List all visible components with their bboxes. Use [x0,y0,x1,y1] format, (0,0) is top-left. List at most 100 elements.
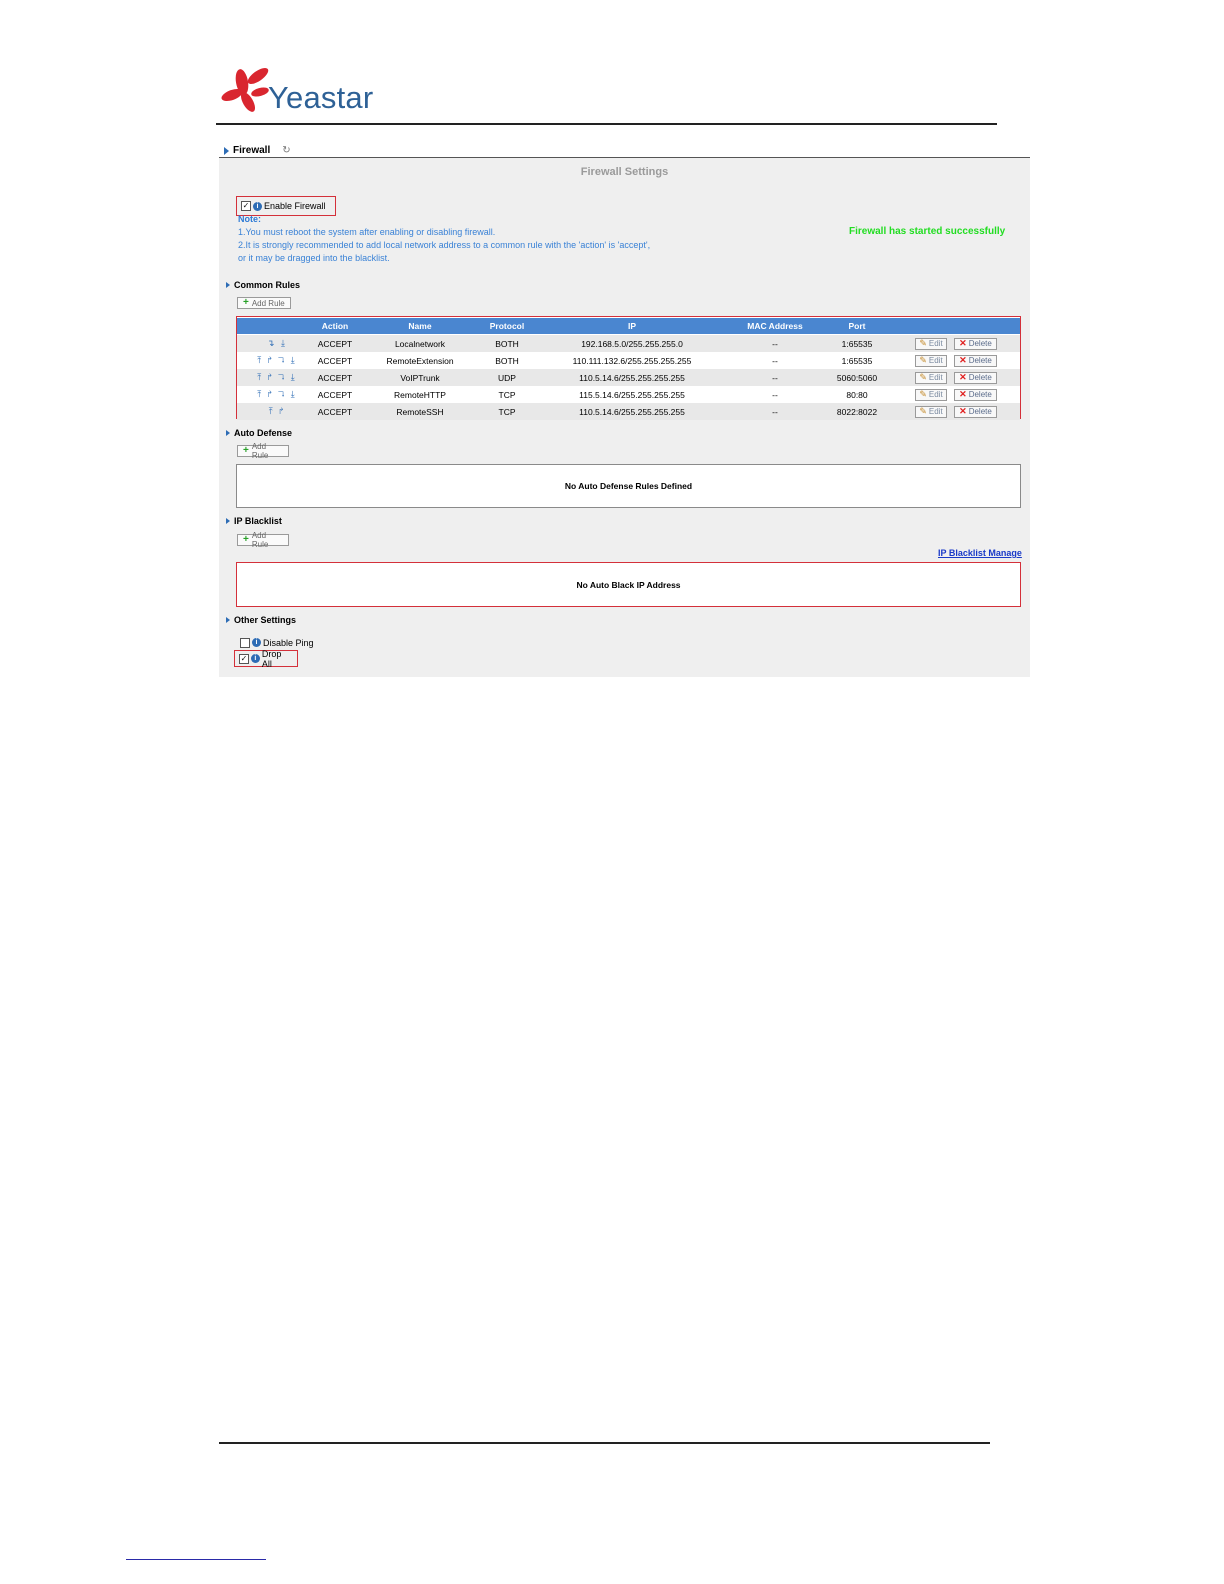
rule-port: 8022:8022 [836,406,878,417]
rule-name: RemoteExtension [386,355,454,366]
column-header[interactable]: Protocol [477,321,537,331]
rule-name: Localnetwork [394,338,446,349]
drop-all-option[interactable]: ✓ i Drop All [234,648,298,669]
rule-port: 1:65535 [841,338,873,349]
triangle-right-icon [226,518,230,524]
info-icon[interactable]: i [252,638,261,647]
rule-mac: -- [772,406,778,417]
pencil-icon: ✎ [919,355,927,365]
table-row: ⤒ ↱ ↴ ⤓ ACCEPT RemoteHTTP TCP 115.5.14.6… [237,386,1020,403]
plus-icon: + [243,534,249,545]
disable-ping-label: Disable Ping [263,637,314,648]
auto-defense-empty-state: No Auto Defense Rules Defined [236,464,1021,508]
triangle-right-icon [224,146,229,155]
table-row: ⤒ ↱ ACCEPT RemoteSSH TCP 110.5.14.6/255.… [237,403,1020,420]
delete-button[interactable]: ✕ Delete [954,405,997,418]
pencil-icon: ✎ [919,406,927,416]
ip-blacklist-heading[interactable]: IP Blacklist [226,516,282,526]
rule-port: 80:80 [846,389,868,400]
add-rule-label: Add Rule [251,298,285,308]
auto-defense-heading[interactable]: Auto Defense [226,428,292,438]
table-row: ⤒ ↱ ↴ ⤓ ACCEPT RemoteExtension BOTH 110.… [237,352,1020,369]
brand-name: Yeastar [268,80,374,115]
refresh-icon[interactable]: ↻ [282,145,290,156]
delete-x-icon: ✕ [959,372,967,382]
rule-protocol: BOTH [495,338,519,349]
rule-action: ACCEPT [317,355,353,366]
edit-button[interactable]: ✎ Edit [915,371,947,384]
footer-divider [219,1442,990,1444]
note-title: Note: [238,214,261,224]
rule-action: ACCEPT [317,338,353,349]
other-settings-title: Other Settings [234,615,297,625]
rule-mac: -- [772,338,778,349]
rule-ip: 192.168.5.0/255.255.255.0 [581,338,683,349]
breadcrumb: Firewall ↻ [224,145,291,156]
edit-button[interactable]: ✎ Edit [915,337,947,350]
enable-firewall-option[interactable]: ✓ i Enable Firewall [236,196,336,216]
enable-firewall-label: Enable Firewall [264,201,326,211]
edit-button[interactable]: ✎ Edit [915,388,947,401]
rule-mac: -- [772,355,778,366]
auto-defense-add-rule-button[interactable]: + Add Rule [237,442,289,460]
pencil-icon: ✎ [919,338,927,348]
rule-mac: -- [772,372,778,383]
delete-button[interactable]: ✕ Delete [954,388,997,401]
delete-button[interactable]: ✕ Delete [954,337,997,350]
header-divider [216,123,997,125]
drop-all-checkbox[interactable]: ✓ [239,653,249,664]
note-line: or it may be dragged into the blacklist. [238,253,390,263]
ip-blacklist-title: IP Blacklist [234,516,282,526]
edit-label: Edit [928,390,943,399]
table-header: Action Name Protocol IP MAC Address Port [237,318,1020,334]
breadcrumb-title: Firewall [233,145,271,156]
column-header[interactable]: MAC Address [735,321,815,331]
rule-name: RemoteSSH [396,406,444,417]
column-header[interactable]: Name [375,321,465,331]
rule-name: VoIPTrunk [400,372,440,383]
common-rules-table: Action Name Protocol IP MAC Address Port… [236,316,1021,420]
delete-button[interactable]: ✕ Delete [954,354,997,367]
edit-label: Edit [928,339,943,348]
triangle-right-icon [226,282,230,288]
edit-button[interactable]: ✎ Edit [915,405,947,418]
delete-label: Delete [968,356,992,365]
rule-ip: 110.5.14.6/255.255.255.255 [579,372,685,383]
rule-protocol: TCP [498,389,516,400]
delete-x-icon: ✕ [959,406,967,416]
plus-icon: + [243,297,249,308]
ip-blacklist-add-rule-button[interactable]: + Add Rule [237,531,289,549]
triangle-right-icon [226,430,230,436]
common-rules-title: Common Rules [234,280,301,290]
info-icon[interactable]: i [250,654,260,663]
delete-label: Delete [968,373,992,382]
enable-firewall-checkbox[interactable]: ✓ [241,201,251,211]
note-line: 1.You must reboot the system after enabl… [238,227,496,237]
rule-ip: 110.111.132.6/255.255.255.255 [572,355,692,366]
column-header[interactable]: Action [305,321,365,331]
rule-action: ACCEPT [317,389,353,400]
column-header[interactable]: IP [547,321,717,331]
delete-button[interactable]: ✕ Delete [954,371,997,384]
rule-protocol: BOTH [495,355,519,366]
table-row: ↴ ⤓ ACCEPT Localnetwork BOTH 192.168.5.0… [237,335,1020,352]
rule-ip: 110.5.14.6/255.255.255.255 [579,406,685,417]
column-header[interactable]: Port [817,321,897,331]
note-line: 2.It is strongly recommended to add loca… [238,240,651,250]
ip-blacklist-manage-link[interactable]: IP Blacklist Manage [938,548,1022,558]
common-rules-heading[interactable]: Common Rules [226,280,300,290]
pencil-icon: ✎ [919,372,927,382]
rule-name: RemoteHTTP [394,389,446,400]
drop-all-label: Drop All [261,648,282,669]
empty-state-text: No Auto Black IP Address [576,579,681,590]
add-rule-label: Add Rule [251,442,269,460]
disable-ping-checkbox[interactable] [240,637,250,648]
panel-title: Firewall Settings [580,166,669,178]
empty-state-text: No Auto Defense Rules Defined [564,481,693,491]
rule-port: 5060:5060 [836,372,878,383]
info-icon[interactable]: i [253,201,262,211]
edit-button[interactable]: ✎ Edit [915,354,947,367]
other-settings-heading[interactable]: Other Settings [226,615,296,625]
common-rules-add-rule-button[interactable]: + Add Rule [237,297,291,309]
delete-x-icon: ✕ [959,338,967,348]
